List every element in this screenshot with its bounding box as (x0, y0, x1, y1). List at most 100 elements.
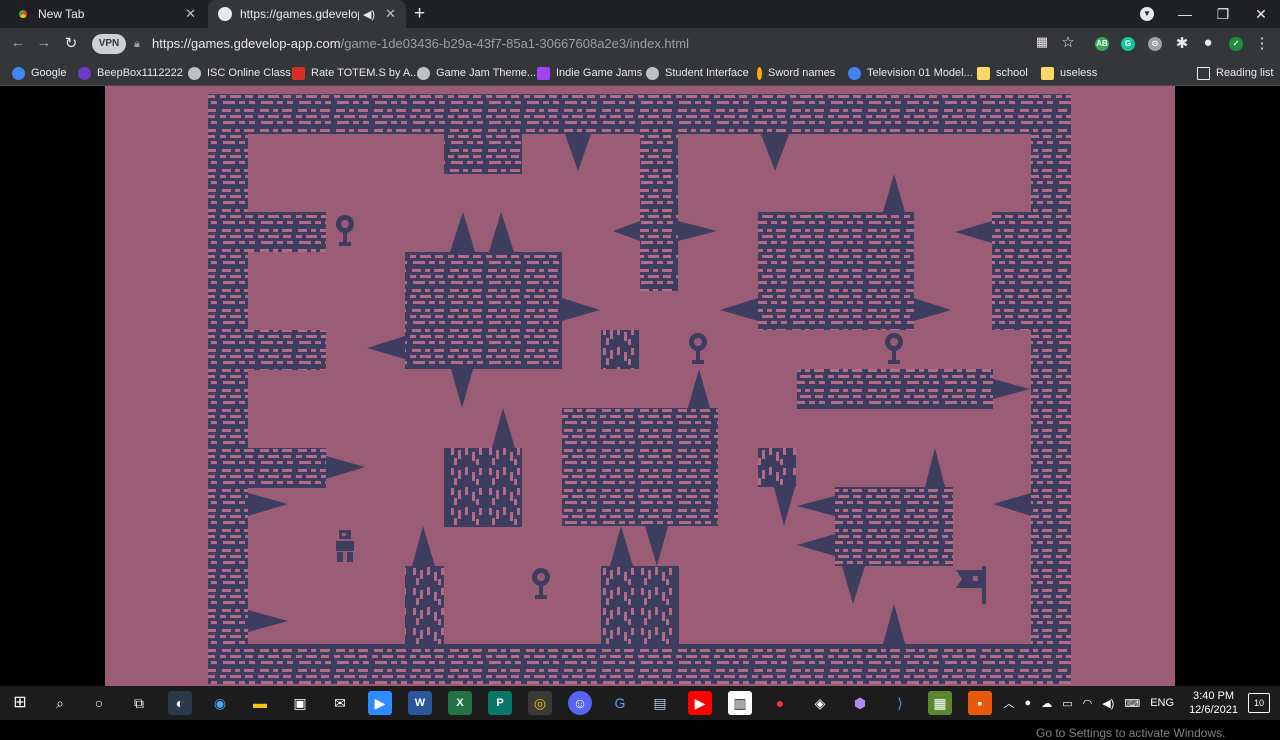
menu-icon[interactable]: ⋮ (1252, 34, 1272, 52)
reading-list-button[interactable]: Reading list (1197, 65, 1273, 81)
tab-label: https://games.gdevelop-app.com/game-1de0… (240, 7, 359, 21)
globe-icon (188, 66, 201, 80)
puzzle-icon[interactable]: ✱ (1172, 34, 1192, 52)
office-icon[interactable]: ▪ (968, 691, 992, 715)
vpn-button[interactable]: VPN (92, 34, 126, 54)
itch-icon (292, 66, 305, 80)
forward-button[interactable]: → (34, 34, 54, 51)
back-button[interactable]: ← (8, 34, 28, 51)
brick-platforms (248, 134, 1031, 566)
bookmark-google[interactable]: Google (12, 65, 66, 81)
address-bar[interactable]: 🔒︎ https://games.gdevelop-app.com/game-1d… (130, 32, 1090, 56)
sword-icon (757, 66, 762, 80)
reload-button[interactable]: ↻ (61, 34, 81, 52)
folder-icon (1041, 66, 1054, 80)
volume-icon[interactable]: ◀) (1102, 697, 1114, 710)
bookmark-indie-game-jams[interactable]: Indie Game Jams (537, 65, 642, 81)
google-icon (12, 66, 25, 80)
bookmarks-bar: Google BeepBox1112222 ISC Online Class R… (0, 60, 1280, 86)
close-icon[interactable]: ✕ (385, 6, 396, 22)
clock[interactable]: 3:40 PM 12/6/2021 (1189, 689, 1238, 717)
publisher-icon[interactable]: P (488, 691, 512, 715)
vscode-icon[interactable]: ⟩ (888, 691, 912, 715)
bookmark-isc[interactable]: ISC Online Class (188, 65, 291, 81)
page-viewport: Activate Windows Go to Settings to activ… (0, 86, 1280, 740)
chrome-icon[interactable]: ◎ (528, 691, 552, 715)
adblock-icon[interactable]: AB (1095, 37, 1109, 51)
obs-icon[interactable]: ● (768, 691, 792, 715)
notification-center-button[interactable]: 10 (1248, 693, 1270, 713)
grammarly-icon[interactable]: G (1121, 37, 1135, 51)
orb-pickup (885, 333, 903, 364)
bookmark-rate-totems[interactable]: Rate TOTEM.S by A... (292, 65, 419, 81)
folder-icon (977, 66, 990, 80)
game-level (208, 94, 1071, 684)
wifi-icon[interactable]: ◠ (1083, 697, 1093, 710)
goal-flag (956, 566, 986, 604)
tab-new-tab[interactable]: New Tab ✕ (6, 0, 206, 28)
bookmark-beepbox[interactable]: BeepBox1112222 (78, 65, 183, 81)
excel-icon[interactable]: X (448, 691, 472, 715)
discord-icon[interactable]: ☺ (568, 691, 592, 715)
clock-time: 3:40 PM (1193, 690, 1235, 702)
bookmark-folder-school[interactable]: school (977, 65, 1028, 81)
file-explorer-icon[interactable]: ▬ (248, 691, 272, 715)
microphone-icon[interactable]: ● (1025, 697, 1032, 709)
new-tab-button[interactable]: + (414, 3, 425, 25)
close-window-button[interactable]: ✕ (1242, 6, 1280, 23)
globe-icon (218, 7, 232, 21)
twitch-icon[interactable]: ▥ (728, 691, 752, 715)
site-icon (417, 66, 430, 80)
gdevelop-icon[interactable]: G (608, 691, 632, 715)
extension-icon[interactable]: ⊙ (1148, 37, 1162, 51)
chrome-icon (16, 7, 30, 21)
bookmark-television[interactable]: Television 01 Model... (848, 65, 973, 81)
windows-icon[interactable]: ⊞ (8, 691, 32, 715)
steam-icon[interactable]: ◐ (168, 691, 192, 715)
mail-icon[interactable]: ✉ (328, 691, 352, 715)
cortana-icon[interactable]: ○ (87, 691, 111, 715)
site-icon (848, 66, 861, 80)
search-icon[interactable]: ⌕ (48, 691, 72, 715)
beepbox-icon (78, 66, 91, 80)
keyboard-icon[interactable]: ⌨ (1124, 697, 1140, 710)
game-canvas[interactable] (105, 86, 1175, 686)
tab-strip: New Tab ✕ https://games.gdevelop-app.com… (0, 0, 1280, 28)
site-icon (537, 66, 550, 80)
chevron-up-icon[interactable]: ︿ (1004, 695, 1015, 711)
bookmark-sword-names[interactable]: Sword names (757, 65, 835, 81)
unity-hub-icon[interactable]: ⬢ (848, 691, 872, 715)
speaker-icon[interactable]: ◀) (363, 8, 375, 21)
qr-code-icon[interactable]: ▦ (1032, 34, 1052, 50)
battery-icon[interactable]: ▭ (1062, 697, 1072, 710)
task-view-icon[interactable]: ⧉ (127, 691, 151, 715)
bookmark-student-interface[interactable]: Student Interface (646, 65, 749, 81)
tab-game[interactable]: https://games.gdevelop-app.com/game-1de0… (208, 0, 406, 28)
notepad-icon[interactable]: ▤ (648, 691, 672, 715)
bookmark-folder-useless[interactable]: useless (1041, 65, 1097, 81)
bookmark-game-jam-theme[interactable]: Game Jam Theme... (417, 65, 536, 81)
vpn-check-icon[interactable]: ✓ (1229, 37, 1243, 51)
close-icon[interactable]: ✕ (185, 6, 196, 22)
profile-icon[interactable]: ● (1198, 34, 1218, 51)
minecraft-icon[interactable]: ▦ (928, 691, 952, 715)
word-icon[interactable]: W (408, 691, 432, 715)
windows-taskbar: ⊞ ⌕ ○ ⧉ ◐ ◉ ▬ ▣ ✉ ▶ W X P ◎ ☺ G ▤ ▶ ▥ ● … (0, 686, 1280, 720)
zoom-icon[interactable]: ▶ (368, 691, 392, 715)
cloud-icon[interactable]: ☁ (1041, 697, 1052, 710)
tab-search-icon[interactable]: ▼ (1140, 7, 1154, 21)
youtube-icon[interactable]: ▶ (688, 691, 712, 715)
maximize-button[interactable]: ❐ (1204, 6, 1242, 23)
unity-icon[interactable]: ◈ (808, 691, 832, 715)
minimize-button[interactable]: — (1166, 6, 1204, 22)
window-controls: — ❐ ✕ (1166, 0, 1280, 28)
store-icon[interactable]: ▣ (288, 691, 312, 715)
reading-list-icon (1197, 66, 1210, 80)
tab-label: New Tab (38, 7, 85, 21)
edge-icon[interactable]: ◉ (208, 691, 232, 715)
bookmark-star-icon[interactable]: ☆ (1058, 33, 1078, 51)
clock-date: 12/6/2021 (1189, 704, 1238, 716)
language-indicator[interactable]: ENG (1150, 697, 1174, 709)
lock-icon[interactable]: 🔒︎ (134, 32, 140, 56)
system-tray: ︿ ● ☁ ▭ ◠ ◀) ⌨ ENG 3:40 PM 12/6/2021 10 (999, 686, 1280, 720)
